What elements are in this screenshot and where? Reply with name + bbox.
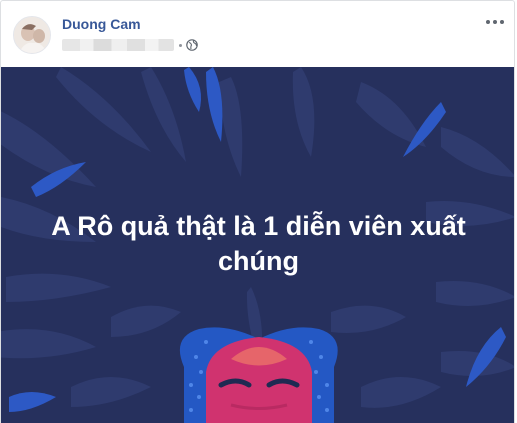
globe-icon[interactable]: [186, 39, 198, 51]
more-dot: [493, 20, 497, 24]
caption-line-2: chúng: [218, 246, 299, 276]
post-header: Duong Cam: [1, 1, 514, 67]
more-options-icon[interactable]: [485, 14, 505, 30]
caption-line-1: A Rô quả thật là 1 diễn viên xuất: [51, 211, 466, 241]
separator-dot: [179, 43, 182, 47]
post-meta: [62, 37, 198, 53]
more-dot: [500, 20, 504, 24]
avatar-photo: [14, 17, 50, 53]
more-dot: [486, 20, 490, 24]
author-avatar[interactable]: [13, 16, 51, 54]
status-caption: A Rô quả thật là 1 diễn viên xuất chúng: [1, 209, 514, 279]
post-status-background[interactable]: A Rô quả thật là 1 diễn viên xuất chúng: [1, 67, 514, 423]
mask-illustration: [180, 327, 338, 423]
author-name[interactable]: Duong Cam: [62, 16, 141, 32]
facebook-post: Duong Cam A Rô quả thật là 1 diễn viên x…: [0, 0, 515, 423]
blurred-timestamp[interactable]: [62, 39, 174, 51]
